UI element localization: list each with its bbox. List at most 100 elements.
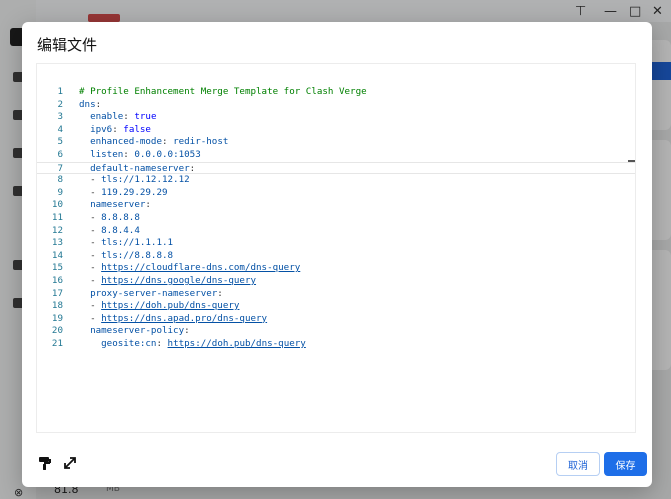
paint-roller-icon[interactable] <box>37 455 53 471</box>
code-token: - <box>79 174 102 186</box>
maximize-icon[interactable]: □ <box>629 4 641 19</box>
line-text: - https://doh.pub/dns-query <box>79 300 239 313</box>
line-text: enhanced-mode: redir-host <box>79 136 228 149</box>
code-link[interactable]: https://cloudflare-dns.com/dns-query <box>101 262 300 273</box>
line-text: - https://dns.apad.pro/dns-query <box>79 313 267 326</box>
expand-icon[interactable] <box>62 455 78 471</box>
code-line[interactable]: 7 default-nameserver: <box>37 161 635 175</box>
line-number: 13 <box>51 237 63 249</box>
line-text: - tls://1.12.12.12 <box>79 174 190 187</box>
line-number: 12 <box>51 224 63 236</box>
code-token: listen <box>79 148 124 160</box>
code-link[interactable]: https://dns.apad.pro/dns-query <box>101 313 267 324</box>
code-line[interactable]: 19 - https://dns.apad.pro/dns-query <box>37 313 635 326</box>
code-line[interactable]: 18 - https://doh.pub/dns-query <box>37 300 635 313</box>
code-token: : <box>189 162 196 174</box>
code-token: : <box>95 98 102 110</box>
save-button[interactable]: 保存 <box>604 452 647 476</box>
code-token: : <box>161 136 174 148</box>
code-link[interactable]: https://doh.pub/dns-query <box>101 300 239 311</box>
line-text: proxy-server-nameserver: <box>79 288 223 301</box>
line-number: 20 <box>51 325 63 337</box>
pin-icon[interactable]: ⊤ <box>575 4 586 19</box>
code-token: 8.8.8.8 <box>101 211 140 223</box>
code-token: false <box>123 123 151 135</box>
code-line[interactable]: 11 - 8.8.8.8 <box>37 212 635 225</box>
line-text: dns: <box>79 99 101 112</box>
code-token: - <box>79 312 102 324</box>
code-link[interactable]: https://dns.google/dns-query <box>101 275 256 286</box>
code-line[interactable]: 5 enhanced-mode: redir-host <box>37 136 635 149</box>
code-line[interactable]: 15 - https://cloudflare-dns.com/dns-quer… <box>37 262 635 275</box>
code-line[interactable]: 17 proxy-server-nameserver: <box>37 288 635 301</box>
minimize-icon[interactable]: — <box>604 4 617 19</box>
line-number: 4 <box>57 123 63 135</box>
code-token: - <box>79 224 102 236</box>
line-number: 17 <box>51 287 63 299</box>
code-line[interactable]: 6 listen: 0.0.0.0:1053 <box>37 149 635 162</box>
code-token: true <box>134 111 157 123</box>
code-token: : <box>217 287 223 299</box>
line-number: 6 <box>57 148 63 160</box>
code-token: : <box>145 199 151 211</box>
code-token: : <box>123 148 135 160</box>
code-line[interactable]: 20 nameserver-policy: <box>37 325 635 338</box>
line-number: 15 <box>51 262 63 274</box>
line-text: enable: true <box>79 111 156 124</box>
line-text: nameserver: <box>79 199 151 212</box>
line-number: 1 <box>57 86 63 97</box>
line-number: 16 <box>51 274 63 286</box>
code-token: default-nameserver <box>79 162 190 174</box>
dialog-title: 编辑文件 <box>37 36 98 54</box>
traffic-icon: ⊗ <box>14 486 24 499</box>
line-text: - 8.8.8.8 <box>79 212 140 225</box>
code-line[interactable]: 4 ipv6: false <box>37 124 635 137</box>
code-token: : <box>156 337 168 349</box>
line-number: 10 <box>51 199 63 211</box>
overview-ruler-cursor <box>628 160 635 162</box>
code-link[interactable]: https://doh.pub/dns-query <box>168 338 306 349</box>
code-token: dns <box>79 98 96 110</box>
line-text: # Profile Enhancement Merge Template for… <box>79 86 367 99</box>
line-number: 9 <box>57 186 63 198</box>
cancel-button[interactable]: 取消 <box>556 452 600 476</box>
code-line[interactable]: 1 # Profile Enhancement Merge Template fo… <box>37 86 635 99</box>
code-line[interactable]: 12 - 8.8.4.4 <box>37 225 635 238</box>
code-token: tls://8.8.8.8 <box>101 249 174 261</box>
code-line[interactable]: 10 nameserver: <box>37 199 635 212</box>
code-token: proxy-server-nameserver <box>79 287 218 299</box>
code-line[interactable]: 3 enable: true <box>37 111 635 124</box>
line-number: 2 <box>57 98 63 110</box>
code-token: enhanced-mode <box>79 136 162 148</box>
code-line[interactable]: 16 - https://dns.google/dns-query <box>37 275 635 288</box>
code-token: geosite:cn <box>79 337 157 349</box>
code-token: 8.8.4.4 <box>101 224 140 236</box>
line-number: 21 <box>51 337 63 349</box>
code-token: 119.29.29.29 <box>101 186 168 198</box>
line-text: - https://dns.google/dns-query <box>79 275 256 288</box>
code-token: 0.0.0.0:1053 <box>134 148 201 160</box>
code-line[interactable]: 21 geosite:cn: https://doh.pub/dns-query <box>37 338 635 351</box>
line-text: - https://cloudflare-dns.com/dns-query <box>79 262 300 275</box>
code-line[interactable]: 9 - 119.29.29.29 <box>37 187 635 200</box>
code-token: - <box>79 274 102 286</box>
line-number: 19 <box>51 312 63 324</box>
code-line[interactable]: 14 - tls://8.8.8.8 <box>37 250 635 263</box>
line-text: geosite:cn: https://doh.pub/dns-query <box>79 338 306 351</box>
line-number: 14 <box>51 249 63 261</box>
code-token: : <box>184 325 190 337</box>
code-token: - <box>79 237 102 249</box>
line-text: ipv6: false <box>79 124 151 137</box>
code-line[interactable]: 2 dns: <box>37 99 635 112</box>
code-token: - <box>79 249 102 261</box>
code-lines[interactable]: 1 # Profile Enhancement Merge Template fo… <box>37 86 635 350</box>
code-token: - <box>79 186 102 198</box>
line-number: 11 <box>51 211 63 223</box>
editor-scrollbar[interactable] <box>635 64 636 433</box>
code-token: ipv6 <box>79 123 113 135</box>
code-line[interactable]: 13 - tls://1.1.1.1 <box>37 237 635 250</box>
code-line[interactable]: 8 - tls://1.12.12.12 <box>37 174 635 187</box>
code-editor[interactable]: 1 # Profile Enhancement Merge Template fo… <box>36 63 636 433</box>
close-icon[interactable]: ✕ <box>652 4 663 19</box>
code-token: - <box>79 262 102 274</box>
